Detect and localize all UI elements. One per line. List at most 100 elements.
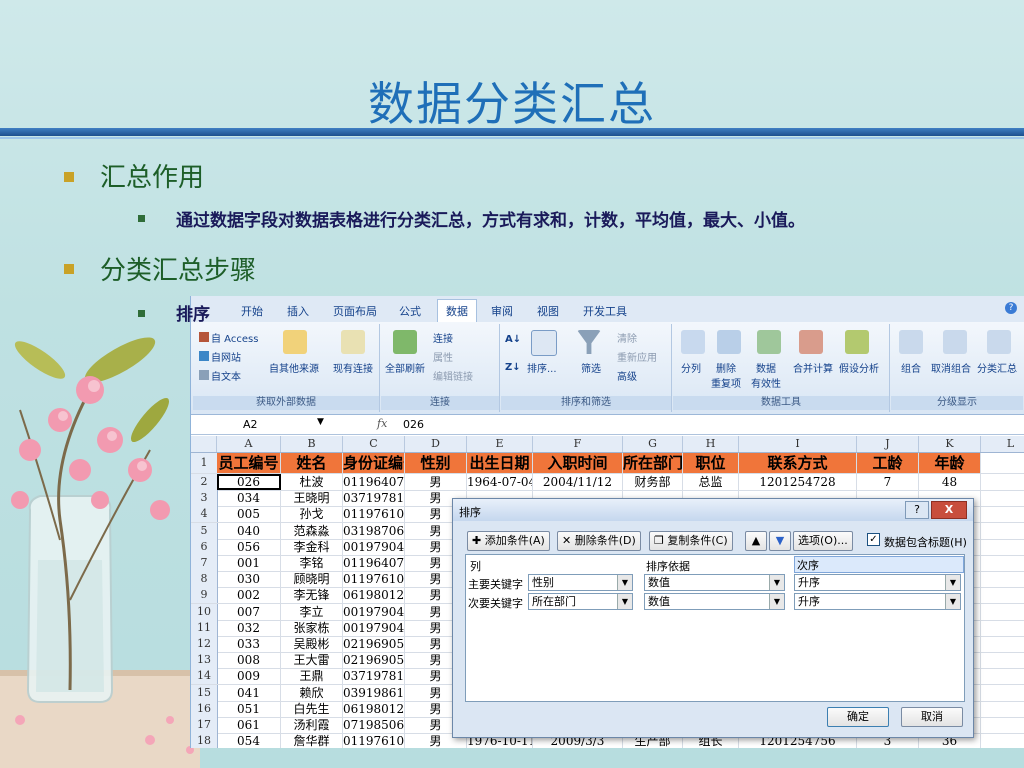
- table-cell[interactable]: 0219690509: [343, 636, 405, 652]
- table-cell[interactable]: 赖欣: [281, 684, 343, 701]
- has-headers-checkbox[interactable]: ✓: [867, 533, 880, 546]
- table-cell[interactable]: 杜波: [281, 474, 343, 490]
- primary-sort-on-select[interactable]: 数值 ▼: [644, 574, 785, 591]
- table-cell[interactable]: 0019790408: [343, 603, 405, 620]
- table-cell[interactable]: 061: [217, 717, 281, 733]
- table-cell[interactable]: 040: [217, 522, 281, 539]
- table-cell[interactable]: 0391986123: [343, 684, 405, 701]
- move-down-icon[interactable]: ▼: [769, 531, 791, 551]
- text-to-columns-icon[interactable]: [681, 330, 705, 354]
- row-number[interactable]: 11: [191, 619, 218, 636]
- column-header-c[interactable]: C: [343, 436, 405, 452]
- table-cell[interactable]: 李金科: [281, 538, 343, 555]
- table-cell[interactable]: 48: [919, 474, 981, 490]
- tab-review[interactable]: 审阅: [491, 303, 513, 319]
- row-number[interactable]: 5: [191, 522, 218, 539]
- secondary-order-select[interactable]: 升序 ▼: [794, 593, 961, 610]
- table-cell[interactable]: 030: [217, 571, 281, 588]
- table-cell[interactable]: 051: [217, 700, 281, 717]
- data-validation-button[interactable]: 数据 有效性: [751, 360, 781, 390]
- group-button[interactable]: 组合: [901, 360, 921, 375]
- table-cell[interactable]: 054: [217, 733, 281, 748]
- table-cell[interactable]: 张家栋: [281, 619, 343, 636]
- subtotal-button[interactable]: 分类汇总: [977, 360, 1017, 375]
- tab-developer[interactable]: 开发工具: [583, 303, 627, 319]
- table-cell[interactable]: 032: [217, 619, 281, 636]
- primary-order-select[interactable]: 升序 ▼: [794, 574, 961, 591]
- row-number[interactable]: 1: [191, 453, 218, 473]
- properties-button[interactable]: 属性: [433, 349, 453, 364]
- table-cell[interactable]: 0619801204: [343, 700, 405, 717]
- existing-connections-button[interactable]: 现有连接: [333, 360, 373, 375]
- tab-home[interactable]: 开始: [241, 303, 263, 319]
- row-number[interactable]: 18: [191, 733, 218, 748]
- other-sources-button[interactable]: 自其他来源: [269, 360, 319, 375]
- header-cell[interactable]: 姓名: [281, 453, 343, 473]
- cancel-button[interactable]: 取消: [901, 707, 963, 727]
- table-cell[interactable]: 0019790408: [343, 619, 405, 636]
- column-header-i[interactable]: I: [739, 436, 857, 452]
- remove-duplicates-icon[interactable]: [717, 330, 741, 354]
- header-cell[interactable]: 员工编号: [217, 453, 281, 473]
- header-cell[interactable]: 出生日期: [467, 453, 533, 473]
- consolidate-button[interactable]: 合并计算: [793, 360, 833, 375]
- table-cell[interactable]: 王鼎: [281, 668, 343, 685]
- sort-button[interactable]: 排序...: [527, 360, 557, 375]
- table-cell[interactable]: 002: [217, 587, 281, 604]
- table-cell[interactable]: 001: [217, 555, 281, 571]
- table-cell[interactable]: 026: [217, 474, 281, 490]
- filter-icon[interactable]: [577, 330, 601, 354]
- table-cell[interactable]: 白先生: [281, 700, 343, 717]
- add-level-button[interactable]: ✚ 添加条件(A): [467, 531, 550, 551]
- table-cell[interactable]: 总监: [683, 474, 739, 490]
- row-number[interactable]: 13: [191, 652, 218, 669]
- tab-formulas[interactable]: 公式: [399, 303, 421, 319]
- name-box-dropdown-icon[interactable]: ▼: [317, 417, 324, 427]
- other-sources-icon[interactable]: [283, 330, 307, 354]
- table-cell[interactable]: 0019790408: [343, 538, 405, 555]
- table-cell[interactable]: 2004/11/12: [533, 474, 623, 490]
- sort-desc-icon[interactable]: Z↓: [505, 362, 521, 373]
- table-cell[interactable]: 0119640704: [343, 555, 405, 571]
- connections-button[interactable]: 连接: [433, 330, 453, 345]
- table-cell[interactable]: 李铭: [281, 555, 343, 571]
- table-cell[interactable]: 吴殿彬: [281, 636, 343, 652]
- table-cell[interactable]: 0119761011: [343, 733, 405, 748]
- table-cell[interactable]: 范森淼: [281, 522, 343, 539]
- group-icon[interactable]: [899, 330, 923, 354]
- edit-links-button[interactable]: 编辑链接: [433, 368, 473, 383]
- table-cell[interactable]: 王晓明: [281, 490, 343, 507]
- help-icon[interactable]: ?: [1005, 302, 1017, 314]
- header-cell[interactable]: 入职时间: [533, 453, 623, 473]
- table-cell[interactable]: 008: [217, 652, 281, 669]
- header-cell[interactable]: 年龄: [919, 453, 981, 473]
- reapply-button[interactable]: 重新应用: [617, 349, 657, 364]
- table-cell[interactable]: 李无锋: [281, 587, 343, 604]
- row-number[interactable]: 10: [191, 603, 218, 620]
- row-number[interactable]: 3: [191, 490, 218, 507]
- table-cell[interactable]: 0119761011: [343, 571, 405, 588]
- column-header-j[interactable]: J: [857, 436, 919, 452]
- column-header-l[interactable]: L: [981, 436, 1024, 452]
- sort-icon[interactable]: [531, 330, 557, 356]
- table-cell[interactable]: 1964-07-04: [467, 474, 533, 490]
- row-number[interactable]: 14: [191, 668, 218, 685]
- header-cell[interactable]: 性别: [405, 453, 467, 473]
- table-cell[interactable]: 男: [405, 474, 467, 490]
- row-number[interactable]: 9: [191, 587, 218, 604]
- existing-connections-icon[interactable]: [341, 330, 365, 354]
- column-header-g[interactable]: G: [623, 436, 683, 452]
- table-cell[interactable]: 041: [217, 684, 281, 701]
- row-number[interactable]: 2: [191, 474, 218, 490]
- tab-insert[interactable]: 插入: [287, 303, 309, 319]
- header-cell[interactable]: 联系方式: [739, 453, 857, 473]
- ok-button[interactable]: 确定: [827, 707, 889, 727]
- text-to-columns-button[interactable]: 分列: [681, 360, 701, 375]
- row-number[interactable]: 7: [191, 555, 218, 571]
- table-cell[interactable]: 009: [217, 668, 281, 685]
- table-cell[interactable]: 7: [857, 474, 919, 490]
- secondary-sort-on-select[interactable]: 数值 ▼: [644, 593, 785, 610]
- table-cell[interactable]: 0619801204: [343, 587, 405, 604]
- table-cell[interactable]: 005: [217, 506, 281, 523]
- tab-page-layout[interactable]: 页面布局: [333, 303, 377, 319]
